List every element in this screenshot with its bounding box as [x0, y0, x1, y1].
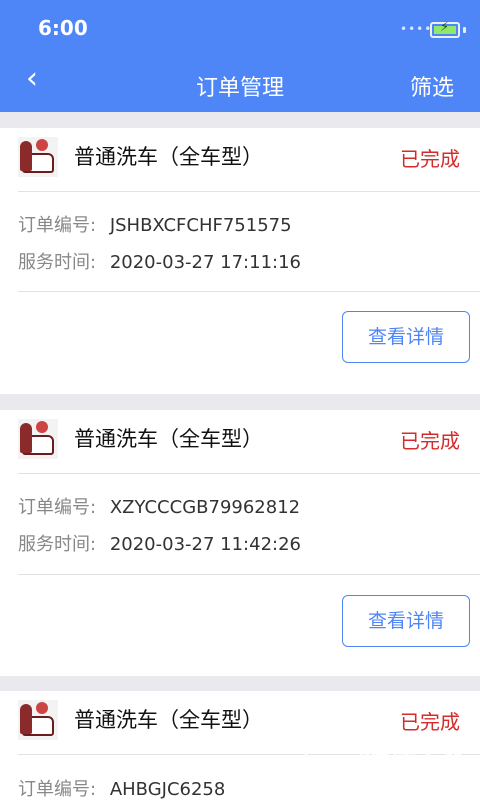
filter-button[interactable]: 筛选: [410, 70, 454, 102]
service-time-row: 服务时间: 2020-03-27 17:11:16: [18, 248, 301, 274]
charging-icon: ⚡: [440, 20, 450, 35]
service-name: 普通洗车（全车型）: [74, 708, 263, 732]
back-button[interactable]: ‹: [26, 64, 54, 100]
order-number-row: 订单编号: AHBGJC6258: [18, 775, 225, 800]
order-number-label: 订单编号:: [18, 215, 97, 236]
order-number-label: 订单编号:: [18, 497, 97, 518]
service-thumbnail: [18, 419, 58, 459]
watermark-text: 硬件之家: [364, 738, 469, 768]
app-header: 6:00 •••• ⚡ ‹ 订单管理 筛选: [0, 0, 480, 112]
order-number: AHBGJC6258: [109, 779, 226, 800]
service-thumbnail: [18, 700, 58, 740]
service-time: 2020-03-27 11:42:26: [109, 534, 301, 555]
service-thumbnail: [18, 137, 58, 177]
service-time-row: 服务时间: 2020-03-27 11:42:26: [18, 530, 301, 556]
status-time: 6:00: [38, 16, 88, 40]
order-number-row: 订单编号: JSHBXCFCHF751575: [18, 211, 292, 237]
status-badge: 已完成: [400, 147, 460, 171]
view-details-button[interactable]: 查看详情: [342, 311, 470, 363]
watermark-logo: 硬件之家 YING JIAN ZHI JIA.COM: [302, 722, 480, 800]
status-badge: 已完成: [400, 429, 460, 453]
service-time-label: 服务时间:: [18, 534, 97, 555]
logo-icon: [302, 722, 366, 786]
order-number-row: 订单编号: XZYCCCGB79962812: [18, 493, 300, 519]
chevron-left-icon: ‹: [26, 61, 38, 96]
divider: [18, 574, 480, 575]
battery-tip: [463, 27, 466, 33]
signal-icon: ••••: [400, 22, 433, 36]
divider: [18, 291, 480, 292]
page-title: 订单管理: [195, 76, 284, 101]
order-card: 普通洗车（全车型） 已完成 订单编号: XZYCCCGB79962812 服务时…: [0, 410, 480, 676]
order-number-label: 订单编号:: [18, 779, 97, 800]
divider: [18, 473, 480, 474]
watermark-subtext: YING JIAN ZHI JIA.COM: [364, 766, 446, 788]
order-number: JSHBXCFCHF751575: [109, 215, 292, 236]
order-number: XZYCCCGB79962812: [109, 497, 301, 518]
service-time: 2020-03-27 17:11:16: [109, 252, 301, 273]
service-name: 普通洗车（全车型）: [74, 145, 263, 169]
view-details-button[interactable]: 查看详情: [342, 595, 470, 647]
divider: [18, 191, 480, 192]
service-time-label: 服务时间:: [18, 252, 97, 273]
order-card: 普通洗车（全车型） 已完成 订单编号: JSHBXCFCHF751575 服务时…: [0, 128, 480, 394]
service-name: 普通洗车（全车型）: [74, 427, 263, 451]
